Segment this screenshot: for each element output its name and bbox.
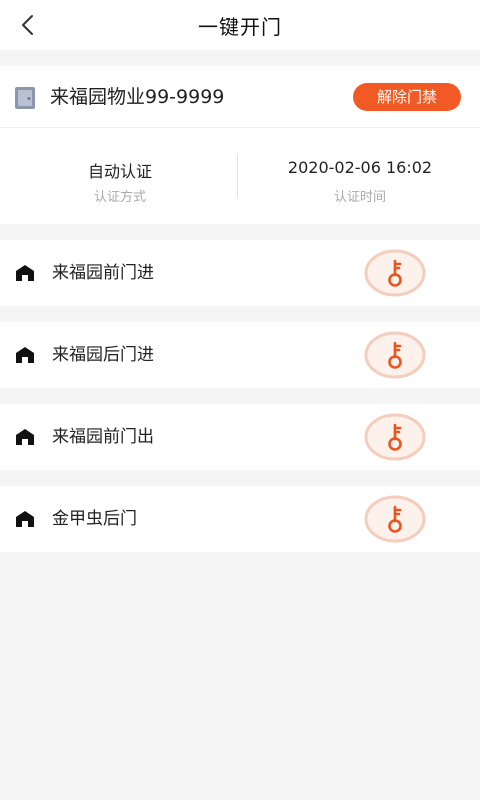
door-icon [15, 87, 35, 109]
gate-name: 来福园前门进 [52, 263, 154, 283]
open-door-button[interactable] [364, 495, 426, 543]
gate-row: 来福园前门进 [0, 240, 480, 306]
open-door-button[interactable] [364, 413, 426, 461]
chevron-left-icon [22, 15, 33, 35]
gate-row: 金甲虫后门 [0, 486, 480, 552]
community-card: 来福园物业99-9999 解除门禁 自动认证 认证方式 2020-02-06 1… [0, 66, 480, 224]
gate-row: 来福园前门出 [0, 404, 480, 470]
house-icon [16, 429, 34, 445]
auth-time-value: 2020-02-06 16:02 [287, 158, 433, 177]
auth-method-value: 自动认证 [87, 162, 152, 181]
gate-name: 来福园前门出 [52, 427, 154, 447]
page-title: 一键开门 [198, 14, 282, 39]
auth-time-label: 认证时间 [333, 190, 386, 205]
community-name: 来福园物业99-9999 [50, 86, 225, 108]
house-icon [16, 347, 34, 363]
open-door-button[interactable] [364, 249, 426, 297]
key-icon [364, 413, 426, 461]
app-header: 一键开门 [0, 0, 480, 50]
key-icon [364, 495, 426, 543]
auth-time: 2020-02-06 16:02 认证时间 [240, 128, 480, 224]
community-row: 来福园物业99-9999 解除门禁 [0, 66, 480, 128]
back-button[interactable] [8, 5, 48, 45]
house-icon [16, 265, 34, 281]
gate-name: 金甲虫后门 [52, 509, 137, 529]
open-door-button[interactable] [364, 331, 426, 379]
gate-name: 来福园后门进 [52, 345, 154, 365]
house-icon [16, 511, 34, 527]
key-icon [364, 249, 426, 297]
auth-method-label: 认证方式 [93, 190, 146, 205]
release-access-button[interactable]: 解除门禁 [353, 83, 461, 111]
gate-row: 来福园后门进 [0, 322, 480, 388]
key-icon [364, 331, 426, 379]
auth-divider [237, 154, 238, 198]
auth-method: 自动认证 认证方式 [0, 128, 240, 224]
